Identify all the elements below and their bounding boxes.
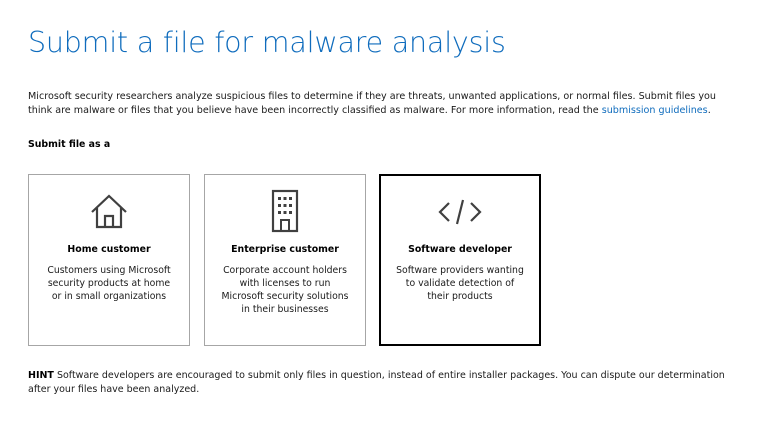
- intro-end: .: [707, 105, 711, 116]
- code-icon: [381, 188, 539, 236]
- intro-paragraph: Microsoft security researchers analyze s…: [28, 90, 743, 118]
- page: Submit a file for malware analysis Micro…: [0, 0, 768, 423]
- enterprise-customer-card[interactable]: Enterprise customer Corporate account ho…: [204, 174, 366, 346]
- submission-guidelines-link[interactable]: submission guidelines: [602, 105, 708, 116]
- hint-label: HINT: [28, 370, 54, 381]
- submit-as-label: Submit file as a: [28, 139, 111, 150]
- page-title: Submit a file for malware analysis: [28, 26, 506, 59]
- hint-paragraph: HINT Software developers are encouraged …: [28, 369, 748, 397]
- card-description: Software providers wanting to validate d…: [396, 265, 524, 302]
- hint-text: Software developers are encouraged to su…: [28, 370, 725, 395]
- card-description: Corporate account holders with licenses …: [221, 265, 349, 315]
- home-icon: [29, 187, 189, 235]
- home-customer-card[interactable]: Home customer Customers using Microsoft …: [28, 174, 190, 346]
- software-developer-card[interactable]: Software developer Software providers wa…: [379, 174, 541, 346]
- building-icon: [205, 187, 365, 235]
- card-title: Software developer: [408, 244, 512, 255]
- card-title: Enterprise customer: [231, 244, 339, 255]
- card-title: Home customer: [67, 244, 151, 255]
- card-description: Customers using Microsoft security produ…: [47, 265, 171, 302]
